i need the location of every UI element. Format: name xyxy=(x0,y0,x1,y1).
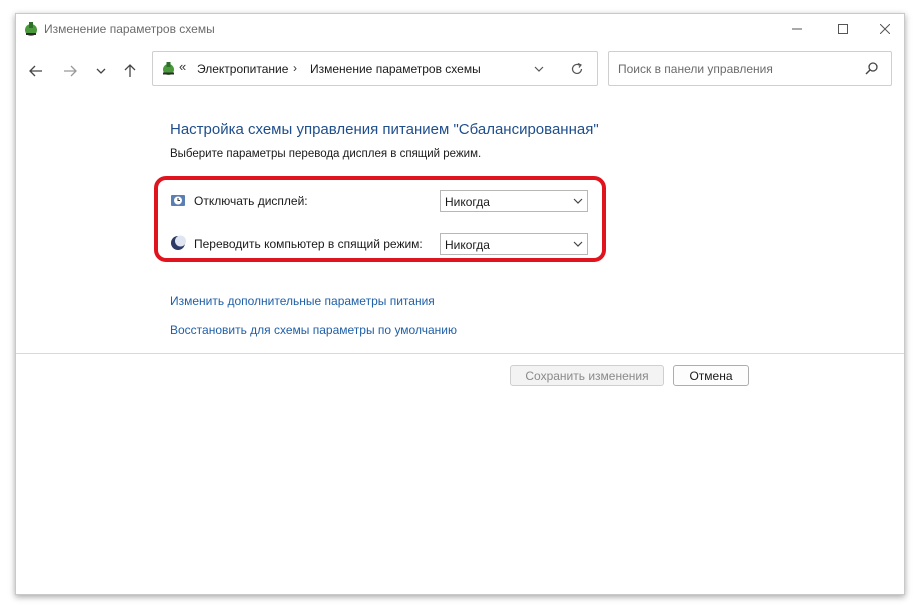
arrow-up-icon xyxy=(124,64,136,77)
display-timer-icon xyxy=(171,195,185,206)
refresh-icon[interactable] xyxy=(569,61,585,77)
search-icon[interactable] xyxy=(865,61,879,75)
minimize-icon xyxy=(792,28,802,30)
search-input[interactable]: Поиск в панели управления xyxy=(608,51,892,86)
address-bar[interactable]: « Электропитание › Изменение параметров … xyxy=(152,51,598,86)
title-bar: Изменение параметров схемы xyxy=(16,14,904,44)
close-button[interactable] xyxy=(862,14,908,44)
turn-off-display-value: Никогда xyxy=(445,195,490,209)
recent-locations-button[interactable] xyxy=(89,59,113,83)
forward-button[interactable] xyxy=(58,59,82,83)
turn-off-display-label: Отключать дисплей: xyxy=(194,194,308,208)
back-button[interactable] xyxy=(24,59,48,83)
breadcrumb-edit-plan[interactable]: Изменение параметров схемы xyxy=(310,62,481,76)
arrow-left-icon xyxy=(29,65,42,77)
page-subtitle: Выберите параметры перевода дисплея в сп… xyxy=(170,148,482,160)
power-options-icon xyxy=(163,62,174,75)
arrow-right-icon xyxy=(64,65,77,77)
restore-defaults-link[interactable]: Восстановить для схемы параметры по умол… xyxy=(170,323,457,337)
window: Изменение параметров схемы « Электропита… xyxy=(15,13,905,595)
turn-off-display-select[interactable]: Никогда xyxy=(440,190,588,212)
sleep-label: Переводить компьютер в спящий режим: xyxy=(194,237,423,251)
breadcrumb-power-options[interactable]: Электропитание xyxy=(197,62,288,76)
breadcrumb-separator[interactable]: › xyxy=(293,61,297,75)
power-options-icon xyxy=(25,22,37,36)
sleep-value: Никогда xyxy=(445,238,490,252)
up-button[interactable] xyxy=(118,59,142,83)
chevron-down-icon xyxy=(96,68,106,74)
page-title: Настройка схемы управления питанием "Сба… xyxy=(170,121,599,138)
cancel-button[interactable]: Отмена xyxy=(673,365,749,386)
breadcrumb-overflow[interactable]: « xyxy=(179,59,186,74)
search-placeholder: Поиск в панели управления xyxy=(618,62,773,76)
divider xyxy=(16,353,904,354)
maximize-button[interactable] xyxy=(820,14,866,44)
minimize-button[interactable] xyxy=(774,14,820,44)
chevron-down-icon xyxy=(573,241,583,247)
save-button[interactable]: Сохранить изменения xyxy=(510,365,664,386)
advanced-settings-link[interactable]: Изменить дополнительные параметры питани… xyxy=(170,294,435,308)
window-title: Изменение параметров схемы xyxy=(44,22,215,36)
maximize-icon xyxy=(838,24,848,34)
chevron-down-icon[interactable] xyxy=(531,61,547,77)
close-icon xyxy=(880,24,890,34)
chevron-down-icon xyxy=(573,198,583,204)
sleep-moon-icon xyxy=(171,235,186,250)
sleep-select[interactable]: Никогда xyxy=(440,233,588,255)
